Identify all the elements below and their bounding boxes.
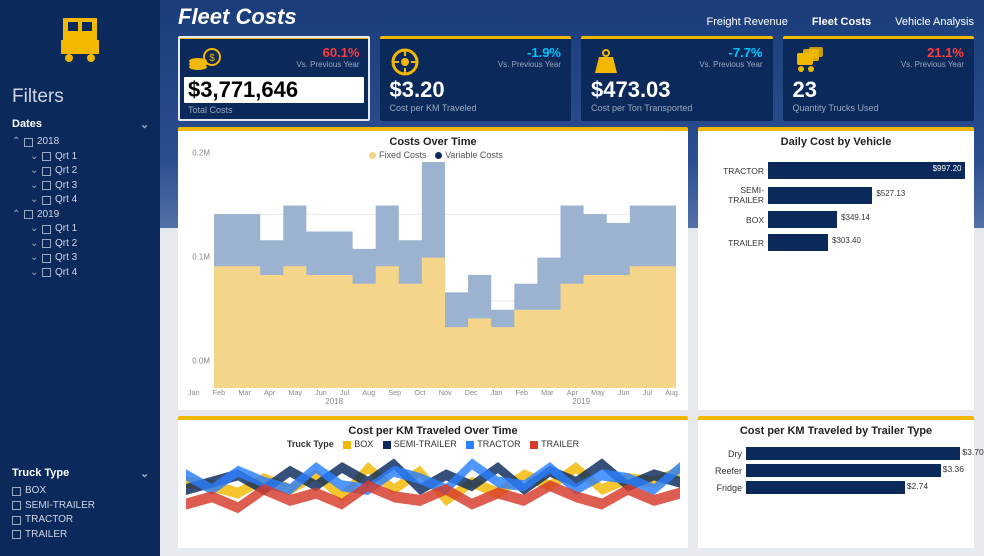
bar-row: Reefer $3.36 <box>706 464 966 477</box>
chevron-down-icon[interactable]: ⌄ <box>140 118 148 131</box>
filter-quarter[interactable]: ⌄Qrt 1 <box>12 150 148 165</box>
kpi-card[interactable]: $ 60.1%Vs. Previous Year $3,771,646 Tota… <box>178 36 370 121</box>
filter-truck-type: Truck Type⌄ BOXSEMI-TRAILERTRACTORTRAILE… <box>0 463 160 550</box>
ckot-legend: Truck Type BOX SEMI-TRAILER TRACTOR TRAI… <box>186 439 680 449</box>
panel-daily-cost-by-vehicle: Daily Cost by Vehicle TRACTOR $997.20 SE… <box>698 127 974 410</box>
filter-year[interactable]: ⌃2019 <box>12 208 148 223</box>
kpi-card[interactable]: -7.7%Vs. Previous Year $473.03 Cost per … <box>581 36 773 121</box>
weight-icon <box>591 47 621 82</box>
filter-truck-option[interactable]: SEMI-TRAILER <box>12 499 148 514</box>
nav-tab[interactable]: Vehicle Analysis <box>895 16 974 28</box>
kpi-row: $ 60.1%Vs. Previous Year $3,771,646 Tota… <box>178 36 974 121</box>
kpi-card[interactable]: -1.9%Vs. Previous Year $3.20 Cost per KM… <box>380 36 572 121</box>
kpi-pct: 21.1%Vs. Previous Year <box>901 45 964 69</box>
bar-row: SEMI-TRAILER $527.13 <box>706 185 966 205</box>
filter-quarter[interactable]: ⌄Qrt 2 <box>12 237 148 252</box>
svg-text:$: $ <box>209 53 215 64</box>
bar-row: TRAILER $303.40 <box>706 234 966 251</box>
panel-costs-over-time: Costs Over Time Fixed Costs Variable Cos… <box>178 127 688 410</box>
kpi-label: Total Costs <box>188 105 360 115</box>
wheel-icon <box>390 47 420 82</box>
kpi-card[interactable]: 21.1%Vs. Previous Year 23 Quantity Truck… <box>783 36 975 121</box>
kpi-value: 23 <box>793 77 965 103</box>
bar-row: TRACTOR $997.20 <box>706 162 966 179</box>
kpi-pct: 60.1%Vs. Previous Year <box>296 45 359 69</box>
kpi-pct: -1.9%Vs. Previous Year <box>498 45 561 69</box>
filter-quarter[interactable]: ⌄Qrt 4 <box>12 193 148 208</box>
cot-legend: Fixed Costs Variable Costs <box>186 150 680 160</box>
chevron-down-icon[interactable]: ⌄ <box>140 467 148 480</box>
bar-row: BOX $349.14 <box>706 211 966 228</box>
app-logo <box>0 12 160 66</box>
filter-truck-option[interactable]: TRACTOR <box>12 513 148 528</box>
panel-cost-per-km-by-trailer: Cost per KM Traveled by Trailer Type Dry… <box>698 416 974 548</box>
filter-truck-option[interactable]: TRAILER <box>12 528 148 543</box>
filter-truck-option[interactable]: BOX <box>12 484 148 499</box>
kpi-pct: -7.7%Vs. Previous Year <box>699 45 762 69</box>
filter-quarter[interactable]: ⌄Qrt 3 <box>12 251 148 266</box>
nav-tabs: Freight Revenue Fleet Costs Vehicle Analys… <box>706 16 974 30</box>
coins-icon: $ <box>188 47 222 80</box>
trucks-icon <box>793 47 829 80</box>
kpi-label: Cost per KM Traveled <box>390 103 562 113</box>
nav-tab[interactable]: Freight Revenue <box>706 16 787 28</box>
sidebar: Filters Dates⌄ ⌃2018⌄Qrt 1⌄Qrt 2⌄Qrt 3⌄Q… <box>0 0 160 556</box>
bar-row: Fridge $2.74 <box>706 481 966 494</box>
kpi-value: $3,771,646 <box>184 77 364 103</box>
kpi-label: Cost per Ton Transported <box>591 103 763 113</box>
filter-quarter[interactable]: ⌄Qrt 4 <box>12 266 148 281</box>
panel-cost-per-km-over-time: Cost per KM Traveled Over Time Truck Typ… <box>178 416 688 548</box>
filter-quarter[interactable]: ⌄Qrt 2 <box>12 164 148 179</box>
filters-heading: Filters <box>0 80 160 114</box>
filter-quarter[interactable]: ⌄Qrt 3 <box>12 179 148 194</box>
truck-icon <box>53 12 107 66</box>
filter-dates: Dates⌄ ⌃2018⌄Qrt 1⌄Qrt 2⌄Qrt 3⌄Qrt 4⌃201… <box>0 114 160 288</box>
filter-quarter[interactable]: ⌄Qrt 1 <box>12 222 148 237</box>
kpi-label: Quantity Trucks Used <box>793 103 965 113</box>
nav-tab[interactable]: Fleet Costs <box>812 16 871 28</box>
page-title: Fleet Costs <box>178 4 297 30</box>
bar-row: Dry $3.70 <box>706 447 966 460</box>
filter-year[interactable]: ⌃2018 <box>12 135 148 150</box>
